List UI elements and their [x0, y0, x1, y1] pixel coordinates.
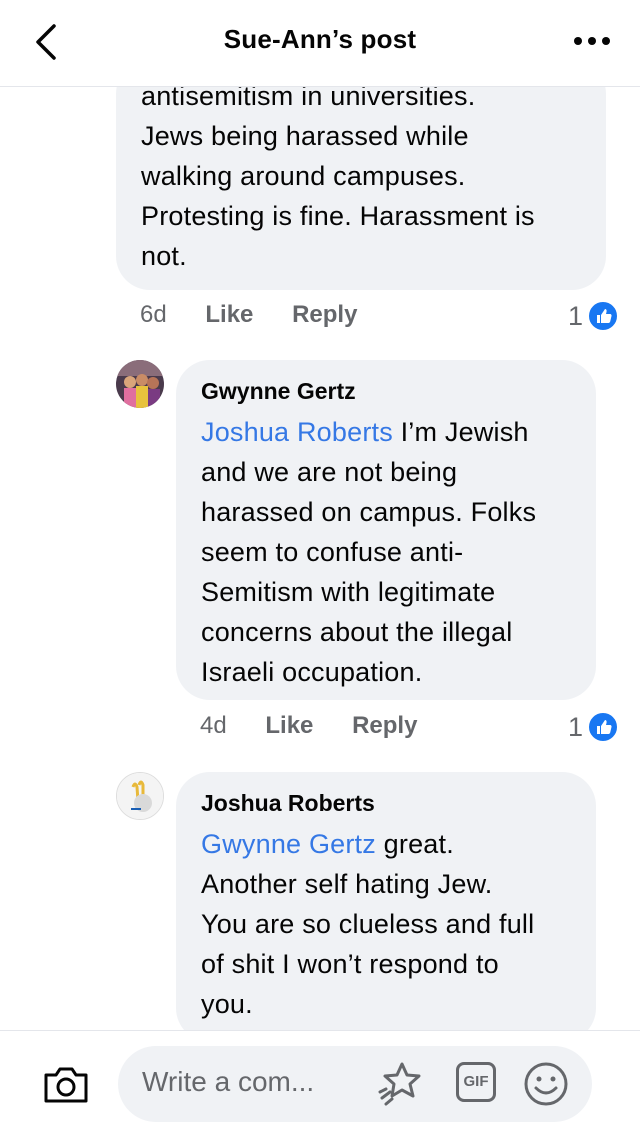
sticker-icon[interactable] [376, 1058, 426, 1108]
comment-author[interactable]: Joshua Roberts [201, 788, 572, 818]
comment-bubble[interactable]: antisemitism in universities. Jews being… [116, 60, 606, 290]
mention-link[interactable]: Gwynne Gertz [201, 829, 376, 859]
comment-text: Gwynne Gertz great. Another self hating … [201, 829, 535, 1019]
comment-bubble[interactable]: Gwynne Gertz Joshua Roberts I’m Jewish a… [176, 360, 596, 700]
comment-meta: 6d Like Reply [140, 299, 389, 331]
top-bar: Sue-Ann’s post [0, 0, 640, 87]
comment-input-placeholder: Write a com... [142, 1066, 315, 1097]
comment-time: 6d [140, 301, 167, 328]
more-dots-icon[interactable] [572, 30, 612, 52]
comment-author[interactable]: Gwynne Gertz [201, 376, 572, 406]
like-reaction-icon [587, 299, 620, 332]
avatar[interactable] [116, 360, 164, 408]
avatar[interactable] [116, 772, 164, 820]
reaction-count: 1 [568, 711, 584, 742]
reaction-summary[interactable]: 1 [568, 708, 620, 743]
comments-thread: antisemitism in universities. Jews being… [0, 0, 640, 1030]
like-reaction-icon [587, 710, 620, 743]
like-link[interactable]: Like [205, 299, 253, 331]
reply-link[interactable]: Reply [292, 299, 357, 331]
comment-text: antisemitism in universities. Jews being… [141, 81, 535, 271]
comment-meta: 4d Like Reply [200, 710, 449, 742]
comment-bubble[interactable]: Joshua Roberts Gwynne Gertz great. Anoth… [176, 772, 596, 1030]
reaction-count: 1 [568, 300, 584, 331]
reaction-summary[interactable]: 1 [568, 297, 620, 332]
comment-time: 4d [200, 712, 227, 739]
like-link[interactable]: Like [265, 710, 313, 742]
mention-link[interactable]: Joshua Roberts [201, 417, 393, 447]
comment-text: Joshua Roberts I’m Jewish and we are not… [201, 417, 537, 687]
page-title: Sue-Ann’s post [223, 24, 417, 54]
reply-link[interactable]: Reply [352, 710, 417, 742]
gif-button[interactable]: GIF [456, 1062, 496, 1102]
camera-icon[interactable] [42, 1063, 90, 1105]
emoji-icon[interactable] [522, 1060, 570, 1108]
